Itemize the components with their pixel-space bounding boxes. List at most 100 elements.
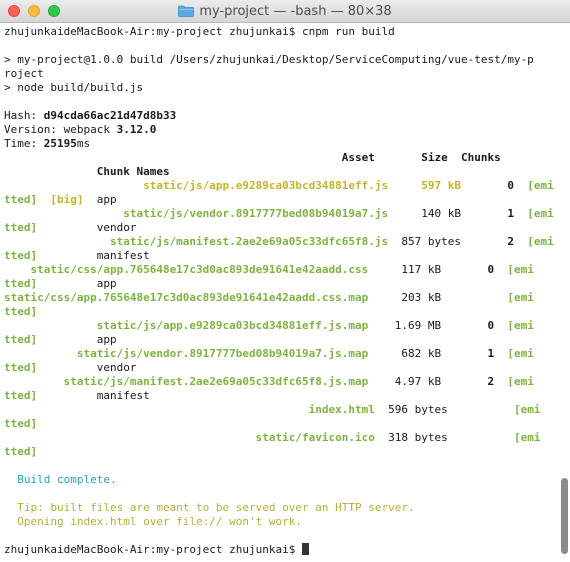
text-cursor: [302, 543, 310, 555]
terminal-text: static/js/app.e9289ca03bcd34881eff.js.ma…: [4, 319, 369, 332]
terminal-text: 25195: [43, 137, 77, 150]
terminal-text: 1: [507, 207, 514, 220]
terminal-text: d94cda66ac21d47d8b33: [43, 109, 177, 122]
terminal-line: static/css/app.765648e17c3d0ac893de91641…: [4, 263, 556, 277]
terminal-line: tted] app: [4, 277, 556, 291]
terminal-line: roject: [4, 67, 556, 81]
terminal-line: Build complete.: [4, 473, 556, 487]
terminal-line: tted]: [4, 417, 556, 431]
terminal-line: static/css/app.765648e17c3d0ac893de91641…: [4, 291, 556, 305]
terminal-text: > node build/build.js: [4, 81, 144, 94]
terminal-text: [emi: [507, 319, 534, 332]
terminal-text: tted]: [4, 221, 38, 234]
terminal-line: zhujunkaideMacBook-Air:my-project zhujun…: [4, 543, 556, 557]
terminal-line: tted] vendor: [4, 361, 556, 375]
terminal-line: static/js/vendor.8917777bed08b94019a7.js…: [4, 207, 556, 221]
terminal-text: 117 kB: [368, 263, 488, 276]
title-bar[interactable]: my-project — -bash — 80×38: [0, 0, 570, 23]
terminal-text: 682 kB: [368, 347, 488, 360]
terminal-text: 318 bytes: [374, 431, 514, 444]
terminal-line: Hash: d94cda66ac21d47d8b33: [4, 109, 556, 123]
terminal-line: static/favicon.ico 318 bytes [emi: [4, 431, 556, 445]
terminal-text: 140 kB: [388, 207, 508, 220]
terminal-text: static/js/app.e9289ca03bcd34881eff.js: [4, 179, 389, 192]
terminal-text: [emi: [527, 235, 554, 248]
terminal-text: zhujunkaideMacBook-Air:my-project zhujun…: [4, 25, 395, 38]
terminal-text: tted]: [4, 445, 38, 458]
terminal-text: [emi: [507, 375, 534, 388]
terminal-text: tted]: [4, 193, 38, 206]
terminal-line: tted]: [4, 445, 556, 459]
terminal-text: tted]: [4, 389, 38, 402]
terminal-text: app: [37, 333, 117, 346]
terminal-line: static/js/vendor.8917777bed08b94019a7.js…: [4, 347, 556, 361]
terminal-line: tted] manifest: [4, 249, 556, 263]
terminal-text: > my-project@1.0.0 build /Users/zhujunka…: [4, 53, 534, 66]
terminal-text: [emi: [507, 291, 534, 304]
terminal-text: [emi: [507, 263, 534, 276]
terminal-line: tted] app: [4, 333, 556, 347]
terminal-output[interactable]: zhujunkaideMacBook-Air:my-project zhujun…: [4, 25, 556, 557]
terminal-line: tted] manifest: [4, 389, 556, 403]
terminal-text: tted]: [4, 417, 38, 430]
terminal-text: static/favicon.ico: [4, 431, 375, 444]
terminal-text: roject: [4, 67, 44, 80]
terminal-text: 596 bytes: [374, 403, 514, 416]
terminal-line: > node build/build.js: [4, 81, 556, 95]
terminal-text: index.html: [4, 403, 375, 416]
terminal-text: [big]: [50, 193, 84, 206]
terminal-text: [emi: [507, 347, 534, 360]
terminal-text: [emi: [527, 179, 554, 192]
terminal-text: tted]: [4, 249, 38, 262]
terminal-text: tted]: [4, 305, 38, 318]
terminal-text: [emi: [513, 403, 541, 416]
terminal-text: tted]: [4, 361, 38, 374]
terminal-text: manifest: [37, 389, 150, 402]
terminal-text: Tip: built files are meant to be served …: [4, 501, 415, 514]
terminal-text: static/css/app.765648e17c3d0ac893de91641…: [4, 291, 369, 304]
terminal-text: 0: [507, 179, 514, 192]
terminal-line: Tip: built files are meant to be served …: [4, 501, 556, 515]
window-title-area: my-project — -bash — 80×38: [0, 0, 570, 22]
terminal-text: zhujunkaideMacBook-Air:my-project zhujun…: [4, 543, 303, 556]
terminal-line: static/js/app.e9289ca03bcd34881eff.js 59…: [4, 179, 556, 193]
terminal-text: ms: [76, 137, 91, 150]
terminal-text: [emi: [513, 431, 541, 444]
terminal-line: tted] vendor: [4, 221, 556, 235]
terminal-text: 4.97 kB: [368, 375, 488, 388]
terminal-text: static/js/vendor.8917777bed08b94019a7.js…: [4, 347, 369, 360]
terminal-text: static/js/vendor.8917777bed08b94019a7.js: [4, 207, 389, 220]
terminal-text: 2: [507, 235, 514, 248]
terminal-text: Chunk Names: [4, 165, 170, 178]
terminal-text: Build complete.: [4, 473, 117, 486]
terminal-line: tted]: [4, 305, 556, 319]
terminal-text: Asset Size Chunks: [4, 151, 501, 164]
terminal-text: [emi: [527, 207, 554, 220]
terminal-text: tted]: [4, 333, 38, 346]
terminal-text: 203 kB: [368, 291, 508, 304]
terminal-text: Version: webpack: [4, 123, 117, 136]
terminal-line: Time: 25195ms: [4, 137, 556, 151]
terminal-text: vendor: [37, 221, 137, 234]
terminal-text: Opening index.html over file:// won't wo…: [4, 515, 303, 528]
terminal-line: static/js/app.e9289ca03bcd34881eff.js.ma…: [4, 319, 556, 333]
terminal-text: 857 bytes: [388, 235, 508, 248]
terminal-text: app: [37, 277, 117, 290]
scrollbar[interactable]: [561, 478, 568, 554]
terminal-text: manifest: [37, 249, 150, 262]
terminal-line: static/js/manifest.2ae2e69a05c33dfc65f8.…: [4, 375, 556, 389]
folder-icon: [178, 5, 195, 17]
terminal-line: > my-project@1.0.0 build /Users/zhujunka…: [4, 53, 556, 67]
terminal-line: Version: webpack 3.12.0: [4, 123, 556, 137]
terminal-line: Asset Size Chunks: [4, 151, 556, 165]
